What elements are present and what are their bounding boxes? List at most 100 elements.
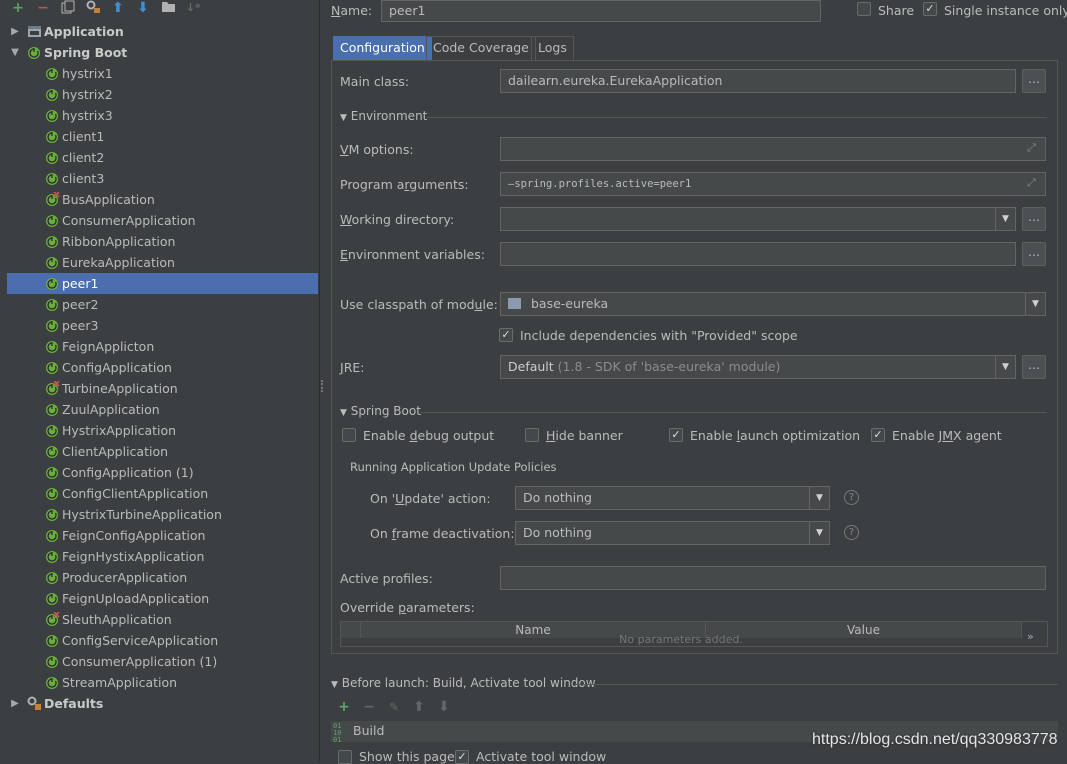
tree-item-client1[interactable]: client1 <box>7 126 318 147</box>
tree-item-producerapplication[interactable]: ProducerApplication <box>7 567 318 588</box>
tree-group-application[interactable]: ▶ Application <box>7 21 318 42</box>
activate-tool-window-checkbox[interactable]: ✓ <box>455 750 469 764</box>
active-profiles-input[interactable] <box>500 566 1046 590</box>
show-page-checkbox[interactable] <box>338 750 352 764</box>
tree-item-label: client1 <box>62 129 105 144</box>
tree-item-label: ClientApplication <box>62 444 169 459</box>
add-icon[interactable]: + <box>336 699 352 715</box>
classpath-module-combo[interactable]: base-eureka ▼ <box>500 292 1046 316</box>
chevron-down-icon[interactable]: ▼ <box>995 208 1015 230</box>
chevron-down-icon[interactable]: ▼ <box>809 522 829 544</box>
tree-item-configapplication[interactable]: ConfigApplication <box>7 357 318 378</box>
tree-item-configserviceapplication[interactable]: ConfigServiceApplication <box>7 630 318 651</box>
tree-item-busapplication[interactable]: BusApplication <box>7 189 318 210</box>
expand-icon[interactable]: ⤢ <box>1027 141 1036 155</box>
tree-item-peer2[interactable]: peer2 <box>7 294 318 315</box>
edit-defaults-icon[interactable] <box>85 0 101 16</box>
main-class-input[interactable]: dailearn.eureka.EurekaApplication <box>500 69 1016 93</box>
tree-item-feignuploadapplication[interactable]: FeignUploadApplication <box>7 588 318 609</box>
debug-output-checkbox[interactable] <box>342 428 356 442</box>
single-instance-checkbox[interactable]: ✓ <box>923 2 937 16</box>
share-checkbox[interactable] <box>857 2 871 16</box>
tree-item-feignconfigapplication[interactable]: FeignConfigApplication <box>7 525 318 546</box>
jre-browse-button[interactable]: … <box>1022 355 1046 379</box>
environment-variables-input[interactable] <box>500 242 1016 266</box>
jre-detail: (1.8 - SDK of 'base-eureka' module) <box>557 359 781 374</box>
include-dependencies-checkbox[interactable]: ✓ <box>499 328 513 342</box>
tree-item-zuulapplication[interactable]: ZuulApplication <box>7 399 318 420</box>
tree-item-hystrixapplication[interactable]: HystrixApplication <box>7 420 318 441</box>
folder-icon[interactable] <box>160 0 176 16</box>
tree-group-defaults[interactable]: ▶ Defaults <box>7 693 318 714</box>
tree-group-spring-boot[interactable]: ▼ Spring Boot <box>7 42 318 63</box>
vm-options-input[interactable] <box>500 137 1046 161</box>
chevron-down-icon[interactable]: ▼ <box>809 487 829 509</box>
on-frame-combo[interactable]: Do nothing ▼ <box>515 521 830 545</box>
tree-item-hystrix1[interactable]: hystrix1 <box>7 63 318 84</box>
tree-item-peer1[interactable]: peer1 <box>7 273 318 294</box>
jre-combo[interactable]: Default (1.8 - SDK of 'base-eureka' modu… <box>500 355 1016 379</box>
working-directory-combo[interactable]: ▼ <box>500 207 1016 231</box>
tree-item-ribbonapplication[interactable]: RibbonApplication <box>7 231 318 252</box>
spring-boot-icon <box>45 66 60 81</box>
copy-icon[interactable] <box>60 0 76 16</box>
tree-item-hystrixturbineapplication[interactable]: HystrixTurbineApplication <box>7 504 318 525</box>
move-up-icon[interactable]: ⬆ <box>110 0 126 16</box>
tree-item-peer3[interactable]: peer3 <box>7 315 318 336</box>
launch-optimization-checkbox[interactable]: ✓ <box>669 428 683 442</box>
tree-item-eurekaapplication[interactable]: EurekaApplication <box>7 252 318 273</box>
move-down-icon[interactable]: ⬇ <box>135 0 151 16</box>
on-update-combo[interactable]: Do nothing ▼ <box>515 486 830 510</box>
jmx-agent-checkbox[interactable]: ✓ <box>871 428 885 442</box>
move-down-icon[interactable]: ⬇ <box>436 699 452 715</box>
collapse-arrow-icon[interactable]: ▶ <box>9 693 21 714</box>
tree-item-configapplication-1[interactable]: ConfigApplication (1) <box>7 462 318 483</box>
remove-icon[interactable]: − <box>35 0 51 16</box>
chevron-down-icon[interactable]: ▼ <box>1025 293 1045 315</box>
help-icon[interactable]: ? <box>844 490 859 505</box>
working-directory-browse-button[interactable]: … <box>1022 207 1046 231</box>
override-parameters-table[interactable]: Name Value No parameters added. » <box>340 621 1048 647</box>
tree-item-streamapplication[interactable]: StreamApplication <box>7 672 318 693</box>
tree-item-consumerapplication[interactable]: ConsumerApplication <box>7 210 318 231</box>
edit-icon[interactable]: ✎ <box>386 699 402 715</box>
tab-logs[interactable]: Logs <box>531 36 574 60</box>
tab-configuration[interactable]: Configuration <box>333 36 432 60</box>
spring-boot-icon <box>45 654 60 669</box>
spring-boot-icon <box>45 570 60 585</box>
tree-item-consumerapplication-1[interactable]: ConsumerApplication (1) <box>7 651 318 672</box>
tree-item-client2[interactable]: client2 <box>7 147 318 168</box>
tree-item-feignhystixapplication[interactable]: FeignHystixApplication <box>7 546 318 567</box>
panel-splitter[interactable] <box>319 0 323 761</box>
move-up-icon[interactable]: ⬆ <box>411 699 427 715</box>
tab-code-coverage[interactable]: Code Coverage <box>426 36 536 60</box>
program-arguments-input[interactable]: —spring.profiles.active=peer1 <box>500 172 1046 196</box>
tree-item-turbineapplication[interactable]: TurbineApplication <box>7 378 318 399</box>
collapse-arrow-icon[interactable]: ▶ <box>9 21 21 42</box>
tree-item-hystrix3[interactable]: hystrix3 <box>7 105 318 126</box>
expand-arrow-icon[interactable]: ▼ <box>9 42 21 63</box>
chevron-down-icon[interactable]: ▼ <box>995 356 1015 378</box>
tree-item-feignapplicton[interactable]: FeignApplicton <box>7 336 318 357</box>
build-task-item[interactable]: Build <box>353 723 384 738</box>
tree-item-clientapplication[interactable]: ClientApplication <box>7 441 318 462</box>
name-input[interactable]: peer1 <box>381 0 821 22</box>
hide-banner-checkbox[interactable] <box>525 428 539 442</box>
sort-icon[interactable]: ↓ᵃ <box>185 0 201 16</box>
help-icon[interactable]: ? <box>844 525 859 540</box>
before-launch-section[interactable]: ▼ Before launch: Build, Activate tool wi… <box>331 676 596 690</box>
tree-item-hystrix2[interactable]: hystrix2 <box>7 84 318 105</box>
spring-boot-error-icon <box>45 191 60 207</box>
expand-icon[interactable]: ⤢ <box>1027 176 1036 190</box>
environment-variables-browse-button[interactable]: … <box>1022 242 1046 266</box>
tree-item-configclientapplication[interactable]: ConfigClientApplication <box>7 483 318 504</box>
spring-boot-icon <box>45 549 60 564</box>
spring-boot-section[interactable]: ▼ Spring Boot <box>340 404 421 418</box>
remove-icon[interactable]: − <box>361 699 377 715</box>
environment-section[interactable]: ▼ Environment <box>340 109 427 123</box>
tree-item-client3[interactable]: client3 <box>7 168 318 189</box>
add-icon[interactable]: + <box>10 0 26 16</box>
main-class-browse-button[interactable]: … <box>1022 69 1046 93</box>
expand-table-icon[interactable]: » <box>1027 630 1034 643</box>
tree-item-sleuthapplication[interactable]: SleuthApplication <box>7 609 318 630</box>
